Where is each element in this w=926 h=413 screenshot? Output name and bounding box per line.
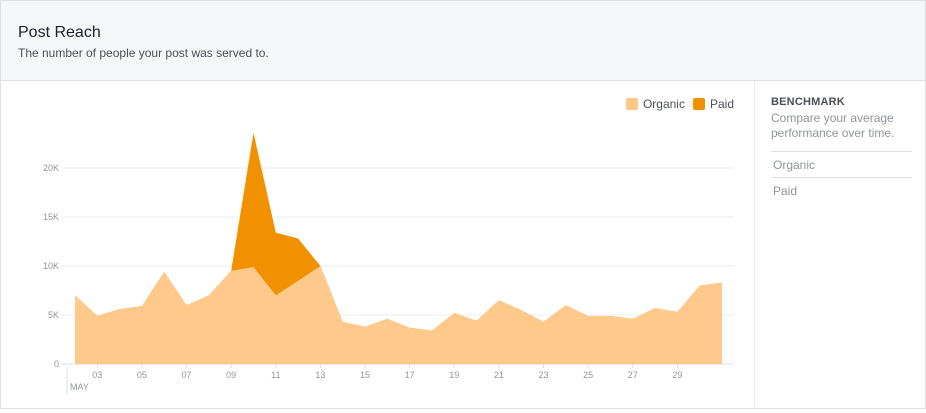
- benchmark-item-organic[interactable]: Organic: [771, 151, 912, 177]
- legend-label-paid: Paid: [709, 97, 734, 111]
- x-tick-label: 13: [315, 370, 325, 380]
- benchmark-description: Compare your average performance over ti…: [771, 111, 895, 140]
- month-label: MAY: [70, 382, 89, 392]
- page-subtitle: The number of people your post was serve…: [18, 46, 269, 60]
- organic-swatch: [625, 98, 638, 110]
- benchmark-item-paid[interactable]: Paid: [771, 177, 912, 203]
- post-reach-panel: Post Reach The number of people your pos…: [0, 0, 926, 409]
- legend-item-paid[interactable]: Paid: [692, 97, 734, 111]
- y-tick-label: 0: [54, 359, 59, 369]
- x-tick-label: 17: [405, 370, 415, 380]
- x-tick-label: 15: [360, 370, 370, 380]
- x-tick-label: 25: [583, 370, 593, 380]
- y-tick-label: 10K: [43, 261, 59, 271]
- paid-swatch: [692, 98, 705, 110]
- x-tick-label: 09: [226, 370, 236, 380]
- y-tick-label: 5K: [48, 310, 59, 320]
- y-tick-label: 15K: [43, 212, 59, 222]
- chart-legend: Organic Paid: [618, 97, 734, 111]
- y-tick-label: 20K: [43, 163, 59, 173]
- x-tick-label: 03: [92, 370, 102, 380]
- chart-sidebar-divider: [754, 81, 755, 408]
- page-title: Post Reach: [18, 24, 101, 41]
- legend-label-organic: Organic: [642, 97, 685, 111]
- x-tick-label: 07: [182, 370, 192, 380]
- benchmark-sidebar: BENCHMARK Compare your average performan…: [771, 96, 912, 203]
- x-tick-label: 19: [449, 370, 459, 380]
- x-tick-label: 29: [672, 370, 682, 380]
- legend-item-organic[interactable]: Organic: [625, 97, 685, 111]
- x-tick-label: 11: [271, 370, 280, 380]
- benchmark-title: BENCHMARK: [771, 96, 845, 108]
- x-tick-label: 21: [494, 370, 504, 380]
- chart-area: Organic Paid 0 5K 10K 15K 20K 03 05 07 09 11 13 15 1…: [1, 81, 754, 408]
- x-tick-label: 27: [628, 370, 638, 380]
- post-reach-chart: 0 5K 10K 15K 20K 03 05 07 09 11 13 15 17 19 21 23 25 27 29…: [43, 132, 734, 394]
- x-tick-label: 23: [539, 370, 549, 380]
- x-tick-label: 05: [137, 370, 147, 380]
- panel-header: Post Reach The number of people your pos…: [1, 1, 925, 81]
